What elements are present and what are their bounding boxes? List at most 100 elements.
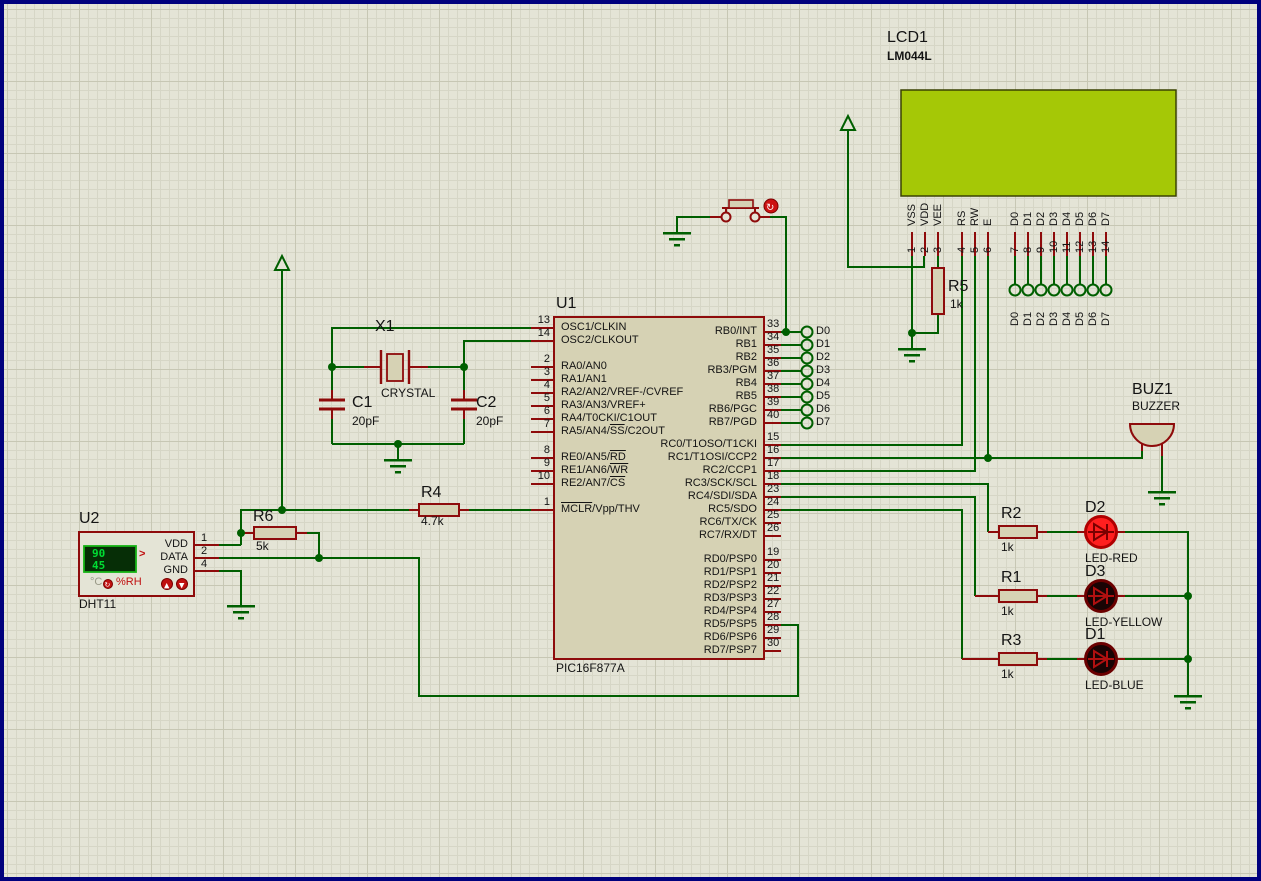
bus-terminal-label: D6	[816, 403, 831, 415]
bus-terminal-label: D6	[1087, 311, 1099, 326]
x1-ref: X1	[375, 318, 395, 335]
dht11-pin-name: GND	[163, 564, 188, 576]
bus-terminal-label: D4	[816, 377, 831, 389]
u1-pin-number: 5	[543, 392, 550, 404]
u1-pin-number: 14	[537, 327, 550, 339]
push-button[interactable]: ↻	[720, 198, 779, 223]
proteus-schematic-sheet: ▲ ▼ ↻ ↻ U1 PIC16F877A U2 DHT11 LCD1 LM04…	[0, 0, 1261, 881]
resistor-r2[interactable]	[998, 525, 1038, 539]
lcd-pin-name: RW	[969, 207, 981, 226]
lcd-pin-name: VSS	[906, 203, 918, 226]
lcd-pin-number: 3	[932, 246, 944, 253]
u1-pin-number: 25	[767, 509, 780, 521]
capacitor-plates[interactable]	[319, 398, 477, 411]
r1-value: 1k	[1001, 604, 1014, 618]
u1-pin-number: 28	[767, 611, 780, 623]
u1-pin-number: 20	[767, 559, 780, 571]
power-arrow-left	[273, 253, 291, 271]
lcd-pin-name: D4	[1061, 211, 1073, 226]
u1-pin-number: 38	[767, 383, 780, 395]
bus-terminal-label: D0	[1009, 311, 1021, 326]
bus-terminal-label: D7	[1100, 311, 1112, 326]
u1-pin-number: 23	[767, 483, 780, 495]
r2-ref: R2	[1001, 505, 1022, 522]
lcd-screen[interactable]	[900, 89, 1177, 197]
dht11-pin-name: VDD	[164, 538, 188, 550]
u1-pin-number: 13	[537, 314, 550, 326]
c2-ref: C2	[476, 394, 497, 411]
power-arrow-lcd	[839, 113, 857, 131]
u1-pin-label: RC7/RX/DT	[698, 529, 757, 541]
bus-terminal-label: D5	[1074, 311, 1086, 326]
bus-terminal-label: D2	[816, 351, 831, 363]
bus-terminal-label: D4	[1061, 311, 1073, 326]
lcd-pin-name: D7	[1100, 211, 1112, 226]
u1-pin-label: RC0/T1OSO/T1CKI	[660, 438, 757, 450]
dht11-celsius-label: °C	[90, 576, 103, 588]
buz1-ref: BUZ1	[1132, 381, 1173, 398]
lcd-pin-number: 12	[1074, 240, 1086, 253]
resistor-r5[interactable]	[931, 267, 945, 315]
u1-pin-number: 19	[767, 546, 780, 558]
u1-pin-number: 17	[767, 457, 780, 469]
c2-value: 20pF	[476, 414, 504, 428]
r2-value: 1k	[1001, 540, 1014, 554]
actuator-arrow-icon: ↻	[766, 203, 774, 214]
u1-pin-number: 27	[767, 598, 780, 610]
lcd-pin-number: 7	[1009, 246, 1021, 253]
u1-pin-number: 18	[767, 470, 780, 482]
d1-ref: D1	[1085, 626, 1106, 643]
down-arrow-icon: ▼	[179, 582, 185, 590]
u1-pin-number: 24	[767, 496, 780, 508]
u1-pin-number: 36	[767, 357, 780, 369]
dht11-humidity-reading: 45	[92, 559, 106, 572]
u1-pin-number: 26	[767, 522, 780, 534]
schematic-grid-canvas[interactable]: ▲ ▼ ↻ ↻ U1 PIC16F877A U2 DHT11 LCD1 LM04…	[0, 0, 1261, 881]
u1-pin-label: RB1	[735, 338, 757, 350]
lcd-pin-name: VEE	[932, 203, 944, 226]
u1-pin-label: RD2/PSP2	[703, 579, 757, 591]
u1-pin-number: 29	[767, 624, 780, 636]
lcd-pin-name: RS	[956, 210, 968, 226]
r5-value: 1k	[950, 297, 963, 311]
resistor-r1[interactable]	[998, 589, 1038, 603]
lcd-pin-name: D3	[1048, 211, 1060, 226]
u1-pin-label: RB3/PGM	[707, 364, 757, 376]
resistor-r3[interactable]	[998, 652, 1038, 666]
c1-value: 20pF	[352, 414, 380, 428]
r4-ref: R4	[421, 484, 442, 501]
lcd-pin-number: 14	[1100, 240, 1112, 253]
lcd-pin-name: VDD	[919, 202, 931, 226]
d1-model: LED-BLUE	[1085, 678, 1144, 692]
u1-pin-label: RB7/PGD	[708, 416, 757, 428]
lcd-pin-name: D1	[1022, 211, 1034, 226]
resistor-r6[interactable]	[253, 526, 297, 540]
bus-terminal-label: D1	[1022, 311, 1034, 326]
u1-pin-label: RB0/INT	[714, 325, 757, 337]
rotate-arrow-icon: ↻	[105, 581, 111, 589]
u1-pin-number: 35	[767, 344, 780, 356]
lcd-bus-terminals[interactable]	[1008, 283, 1113, 297]
led-d1-blue[interactable]	[1084, 642, 1118, 676]
r5-ref: R5	[948, 278, 969, 295]
crystal-x1[interactable]	[379, 350, 411, 384]
lcd-pin-name: D5	[1074, 211, 1086, 226]
lcd-pin-name: E	[982, 218, 994, 226]
lcd-pin-number: 9	[1035, 246, 1047, 253]
u1-pin-number: 15	[767, 431, 780, 443]
u1-pin-number: 2	[543, 353, 550, 365]
u1-pin-number: 16	[767, 444, 780, 456]
led-d3-yellow[interactable]	[1084, 579, 1118, 613]
buzzer-body[interactable]	[1128, 423, 1176, 447]
led-d2-red[interactable]	[1084, 515, 1118, 549]
d2-ref: D2	[1085, 499, 1106, 516]
u1-pin-number: 33	[767, 318, 780, 330]
u1-pin-label: RD3/PSP3	[703, 592, 757, 604]
u1-pin-number: 21	[767, 572, 780, 584]
u1-pin-label: RD1/PSP1	[703, 566, 757, 578]
bus-terminal-label: D3	[1048, 311, 1060, 326]
lcd-pin-name: D0	[1009, 211, 1021, 226]
u1-pin-label: RA1/AN1	[561, 373, 607, 385]
rb-bus-terminals[interactable]	[800, 325, 814, 430]
lcd-pin-name: D6	[1087, 211, 1099, 226]
